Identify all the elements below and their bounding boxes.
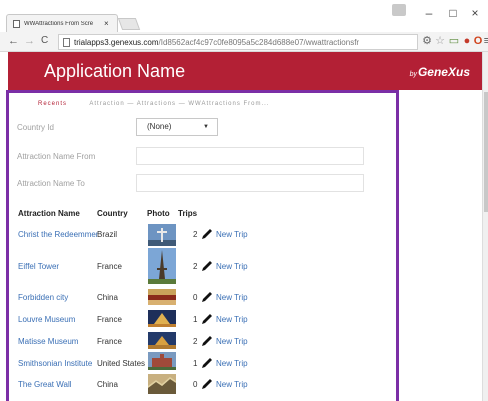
- attraction-name-link[interactable]: Matisse Museum: [18, 337, 78, 346]
- pencil-icon[interactable]: [200, 260, 214, 272]
- name-from-label: Attraction Name From: [17, 152, 96, 161]
- breadcrumb-trail[interactable]: Attraction — Attractions — WWAttractions…: [89, 101, 269, 107]
- cast-icon[interactable]: ▭: [448, 35, 460, 48]
- bookmark-star-icon[interactable]: ☆: [434, 35, 446, 48]
- content-frame: [6, 90, 399, 401]
- name-to-label: Attraction Name To: [17, 179, 85, 188]
- app-title: Application Name: [44, 61, 186, 81]
- attraction-photo: [148, 224, 176, 246]
- country-id-label: Country Id: [17, 123, 54, 132]
- attraction-name-link[interactable]: Forbidden city: [18, 293, 68, 302]
- new-trip-link[interactable]: New Trip: [216, 359, 248, 368]
- minimize-button[interactable]: –: [420, 6, 438, 20]
- pencil-icon[interactable]: [200, 313, 214, 325]
- tab-title: WWAttractions From Scre: [24, 20, 94, 27]
- trips-count: 1: [193, 315, 198, 324]
- breadcrumb: Recents Attraction — Attractions — WWAtt…: [38, 101, 270, 107]
- close-window-button[interactable]: ×: [466, 6, 484, 20]
- browser-tab[interactable]: WWAttractions From Scre ×: [6, 14, 118, 32]
- new-trip-link[interactable]: New Trip: [216, 293, 248, 302]
- brand-logo: byGeneXus: [410, 65, 470, 79]
- attraction-name-link[interactable]: The Great Wall: [18, 380, 72, 389]
- attraction-photo: [148, 289, 176, 305]
- trips-count: 1: [193, 359, 198, 368]
- attraction-photo: [148, 374, 176, 394]
- new-tab-button[interactable]: [117, 18, 141, 30]
- url-path: /Id8562acf4c97c0fe8095a5c284d688e07/wwat…: [158, 37, 360, 47]
- maximize-button[interactable]: □: [444, 6, 462, 20]
- column-header-country[interactable]: Country: [97, 209, 128, 218]
- pencil-icon[interactable]: [200, 357, 214, 369]
- column-header-trips: Trips: [178, 209, 198, 218]
- page-scrollbar[interactable]: [482, 52, 488, 401]
- new-trip-link[interactable]: New Trip: [216, 315, 248, 324]
- chevron-down-icon: ▼: [203, 124, 209, 130]
- new-trip-link[interactable]: New Trip: [216, 337, 248, 346]
- new-trip-link[interactable]: New Trip: [216, 380, 248, 389]
- reload-button[interactable]: C: [41, 35, 48, 46]
- pencil-icon[interactable]: [200, 228, 214, 240]
- column-header-name[interactable]: Attraction Name: [18, 209, 80, 218]
- attraction-photo: [148, 310, 176, 327]
- tab-close-icon[interactable]: ×: [104, 19, 109, 28]
- country-select-value: (None): [147, 122, 172, 131]
- country-cell: China: [97, 293, 118, 302]
- trips-count: 0: [193, 380, 198, 389]
- country-cell: China: [97, 380, 118, 389]
- attraction-name-link[interactable]: Smithsonian Institute: [18, 359, 92, 368]
- browser-titlebar: WWAttractions From Scre × – □ ×: [0, 0, 488, 32]
- trips-count: 0: [193, 293, 198, 302]
- attraction-name-link[interactable]: Eiffel Tower: [18, 262, 59, 271]
- brand-prefix: by: [409, 71, 417, 78]
- country-cell: United States: [97, 359, 146, 368]
- new-trip-link[interactable]: New Trip: [216, 262, 248, 271]
- new-trip-link[interactable]: New Trip: [216, 230, 248, 239]
- browser-toolbar: ← → C trialapps3.genexus.com/Id8562acf4c…: [0, 32, 488, 52]
- brand-name: GeneXus: [417, 65, 470, 79]
- profile-icon[interactable]: [392, 4, 406, 16]
- attraction-photo: [148, 332, 176, 349]
- scrollbar-thumb[interactable]: [484, 92, 488, 212]
- forward-button[interactable]: →: [24, 35, 35, 47]
- trips-count: 2: [193, 262, 198, 271]
- name-from-input[interactable]: [136, 147, 364, 165]
- attraction-name-link[interactable]: Christ the Redeemmer: [18, 230, 98, 239]
- country-cell: France: [97, 315, 122, 324]
- page-info-icon: [63, 37, 70, 47]
- menu-icon[interactable]: ≡: [481, 35, 488, 48]
- back-button[interactable]: ←: [8, 35, 19, 47]
- country-cell: France: [97, 262, 122, 271]
- country-cell: Brazil: [97, 230, 118, 239]
- attraction-photo: [148, 248, 176, 284]
- extension-icon[interactable]: ⚙: [421, 35, 433, 48]
- attraction-photo: [148, 352, 176, 370]
- trips-count: 2: [193, 230, 198, 239]
- page-icon: [13, 19, 20, 28]
- breadcrumb-recents[interactable]: Recents: [38, 101, 67, 107]
- url-host: trialapps3.genexus.com: [74, 37, 159, 47]
- address-bar[interactable]: trialapps3.genexus.com/Id8562acf4c97c0fe…: [58, 34, 418, 50]
- country-select[interactable]: (None) ▼: [136, 118, 218, 136]
- country-cell: France: [97, 337, 122, 346]
- app-header: Application Name byGeneXus: [8, 52, 482, 90]
- trips-count: 2: [193, 337, 198, 346]
- pencil-icon[interactable]: [200, 335, 214, 347]
- pencil-icon[interactable]: [200, 291, 214, 303]
- column-header-photo: Photo: [147, 209, 170, 218]
- name-to-input[interactable]: [136, 174, 364, 192]
- attraction-name-link[interactable]: Louvre Museum: [18, 315, 75, 324]
- pencil-icon[interactable]: [200, 378, 214, 390]
